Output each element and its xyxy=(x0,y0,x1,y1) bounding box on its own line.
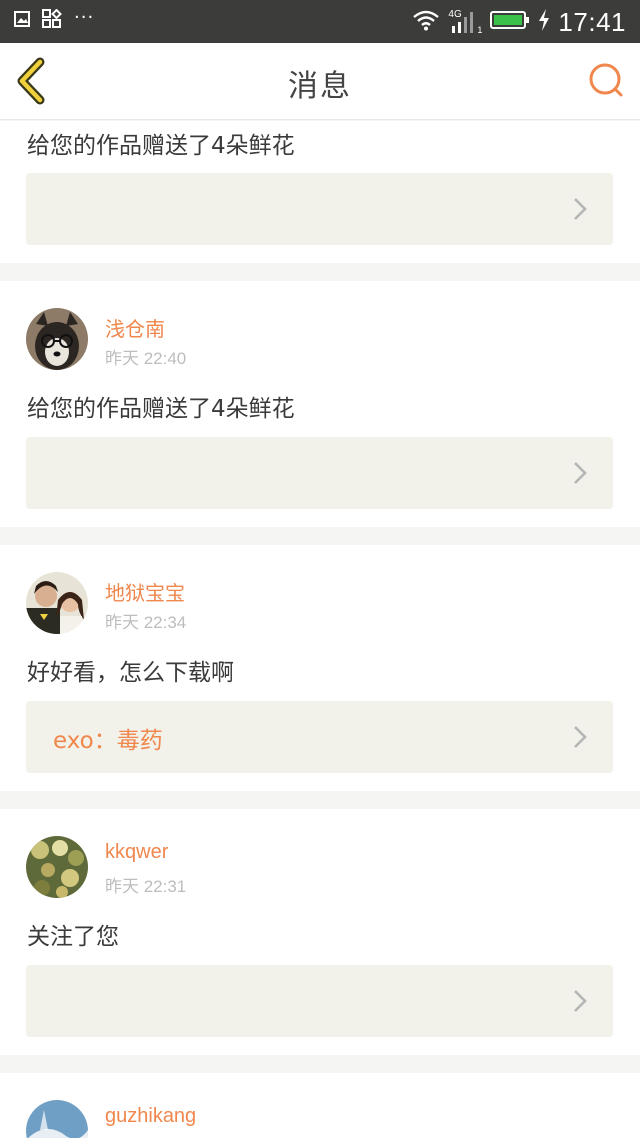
status-bar: ··· 4G 1 17:41 xyxy=(0,0,640,43)
apps-notification-icon xyxy=(42,8,62,33)
message-text: 给您的作品赠送了4朵鲜花 xyxy=(27,396,295,422)
chevron-right-icon xyxy=(574,462,587,484)
status-time: 17:41 xyxy=(558,6,626,37)
pattern-avatar-image xyxy=(26,836,88,898)
battery-icon xyxy=(490,10,530,34)
timestamp: 昨天 22:34 xyxy=(105,613,187,632)
status-bar-right: 4G 1 17:41 xyxy=(412,6,626,38)
message-text: 好好看，怎么下载啊 xyxy=(27,660,234,686)
sim-slot-label: 1 xyxy=(477,25,483,35)
timestamp: 昨天 22:31 xyxy=(105,877,187,896)
avatar[interactable] xyxy=(26,572,88,634)
referenced-work-link[interactable] xyxy=(26,437,613,509)
chevron-right-icon xyxy=(574,990,587,1012)
username[interactable]: kkqwer xyxy=(105,841,168,864)
referenced-work-link[interactable]: exo：毒药 xyxy=(26,701,613,773)
wifi-icon xyxy=(412,9,440,35)
username[interactable]: 浅仓南 xyxy=(105,313,165,342)
message-card: 浅仓南 昨天 22:40 给您的作品赠送了4朵鲜花 xyxy=(0,281,640,527)
avatar[interactable] xyxy=(26,836,88,898)
username[interactable]: 地狱宝宝 xyxy=(105,577,185,606)
message-text: 给您的作品赠送了4朵鲜花 xyxy=(27,133,295,159)
avatar[interactable] xyxy=(26,1100,88,1138)
couple-avatar-image xyxy=(26,572,88,634)
page-title: 消息 xyxy=(288,69,352,104)
chevron-right-icon xyxy=(574,198,587,220)
search-icon xyxy=(589,63,623,97)
avatar[interactable] xyxy=(26,308,88,370)
message-card: guzhikang xyxy=(0,1073,640,1138)
cellular-signal-icon: 4G 1 xyxy=(448,9,482,35)
username[interactable]: guzhikang xyxy=(105,1105,196,1128)
message-text: 关注了您 xyxy=(27,924,119,950)
image-notification-icon xyxy=(14,11,30,31)
referenced-work-title: exo：毒药 xyxy=(53,728,163,754)
message-card: kkqwer 昨天 22:31 关注了您 xyxy=(0,809,640,1055)
referenced-work-link[interactable] xyxy=(26,173,613,245)
message-card: 给您的作品赠送了4朵鲜花 xyxy=(0,121,640,263)
chevron-right-icon xyxy=(574,726,587,748)
more-notifications-dots: ··· xyxy=(74,7,95,28)
landscape-avatar-image xyxy=(26,1100,88,1138)
dog-avatar-image xyxy=(26,308,88,370)
app-header: 消息 xyxy=(0,43,640,120)
search-button[interactable] xyxy=(586,61,626,101)
status-bar-left: ··· xyxy=(14,7,95,33)
timestamp: 昨天 22:40 xyxy=(105,349,187,368)
message-card: 地狱宝宝 昨天 22:34 好好看，怎么下载啊 exo：毒药 xyxy=(0,545,640,791)
charging-icon xyxy=(538,9,550,35)
referenced-work-link[interactable] xyxy=(26,965,613,1037)
